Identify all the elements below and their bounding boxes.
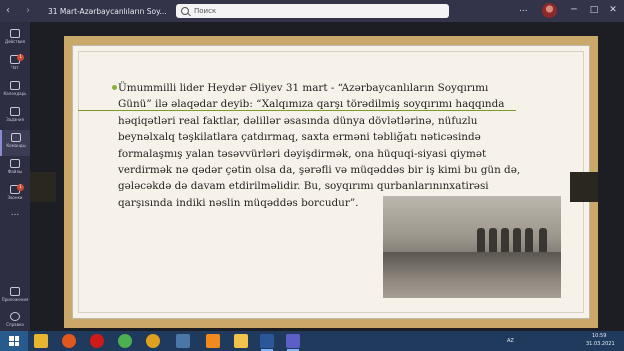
rail-item-label: Звонки — [7, 195, 23, 200]
apps-icon — [10, 287, 20, 296]
odnoklassniki-icon[interactable] — [206, 334, 220, 348]
rail-item-label: Справка — [6, 322, 24, 327]
chrome-old-icon[interactable] — [118, 334, 132, 348]
window-title: 31 Mart-Azərbaycanlıların Soy... — [48, 6, 167, 16]
slide-line: beynəlxalq təşkilatlara çatdırmaq, saxta… — [118, 131, 481, 144]
rail-item-label: Приложения — [1, 297, 29, 302]
forward-icon[interactable]: › — [26, 5, 38, 17]
slide-text: Ümummilli lider Heydər Əliyev 31 mart - … — [118, 80, 546, 211]
rail-item-chat[interactable]: 1 Чат — [0, 52, 30, 78]
clock-time[interactable]: 10:59 — [592, 333, 606, 339]
slide-line: gələcəkdə də davam etdirilməlidir. Bu, s… — [118, 180, 489, 193]
rail-item-apps[interactable]: Приложения — [0, 284, 30, 310]
slide-line: formalaşmış yalan təsəvvürləri dəyişdirm… — [118, 147, 487, 160]
maximize-button[interactable]: □ — [587, 3, 601, 17]
slide-line: həqiqətləri real faktlar, dəlillər əsası… — [118, 114, 478, 127]
bullet-icon — [112, 85, 117, 90]
minimize-button[interactable]: ─ — [567, 3, 581, 17]
vk-icon[interactable] — [176, 334, 190, 348]
rail-item-label: Команды — [6, 143, 26, 148]
rail-item-label: Файлы — [7, 169, 23, 174]
rail-item-label: Чат — [11, 65, 19, 70]
files-icon — [10, 159, 20, 168]
search-input[interactable]: Поиск — [176, 4, 449, 18]
rail-item-calls[interactable]: 1 Звонки — [0, 182, 30, 208]
rail-item-files[interactable]: Файлы — [0, 156, 30, 182]
slide-line: Günü” ilə əlaqədar deyib: “Xalqımıza qar… — [118, 98, 505, 111]
help-icon — [10, 312, 20, 321]
slide-decoration-right — [570, 172, 598, 202]
teams-icon[interactable] — [286, 334, 300, 351]
more-options-button[interactable]: ... — [519, 4, 528, 14]
photo-ground — [383, 252, 561, 298]
search-placeholder: Поиск — [194, 7, 217, 15]
rail-item-label: Действия — [4, 39, 26, 44]
back-icon[interactable]: ‹ — [6, 5, 18, 17]
calendar-icon — [10, 81, 20, 90]
teams-icon — [11, 133, 21, 142]
start-button[interactable] — [0, 331, 28, 351]
rail-item-label: Задания — [6, 117, 24, 122]
opera-icon[interactable] — [90, 334, 104, 348]
language-indicator[interactable]: AZ — [507, 338, 514, 344]
word-icon[interactable] — [260, 334, 274, 351]
close-button[interactable]: ✕ — [606, 3, 620, 17]
notification-badge: 1 — [17, 54, 24, 61]
assignments-icon — [10, 107, 20, 116]
taskbar: AZ 10:59 31.03.2021 — [0, 331, 624, 351]
rail-item-calendar[interactable]: Календарь — [0, 78, 30, 104]
chrome-icon[interactable] — [146, 334, 160, 348]
slide-decoration-left — [30, 172, 56, 202]
notification-badge: 1 — [17, 184, 24, 191]
rail-item-teams[interactable]: Команды — [0, 130, 30, 156]
clock-date[interactable]: 31.03.2021 — [586, 341, 615, 347]
slide-line: Ümummilli lider Heydər Əliyev 31 mart - … — [118, 82, 489, 94]
windows-icon — [9, 336, 19, 346]
search-icon — [181, 7, 189, 15]
historical-photo — [383, 196, 561, 298]
rail-item-label: Календарь — [3, 91, 27, 96]
rail-more-button[interactable]: ... — [0, 208, 30, 234]
slide-line: verdirmək nə qədər çətin olsa da, şərəfl… — [118, 164, 521, 177]
firefox-icon[interactable] — [62, 334, 76, 348]
files-icon[interactable] — [234, 334, 248, 348]
app-rail: Действия 1 Чат Календарь Задания Команды… — [0, 22, 30, 331]
explorer-icon[interactable] — [34, 334, 48, 348]
rail-item-assignments[interactable]: Задания — [0, 104, 30, 130]
rail-item-activity[interactable]: Действия — [0, 26, 30, 52]
avatar[interactable] — [542, 3, 557, 18]
bell-icon — [10, 29, 20, 38]
